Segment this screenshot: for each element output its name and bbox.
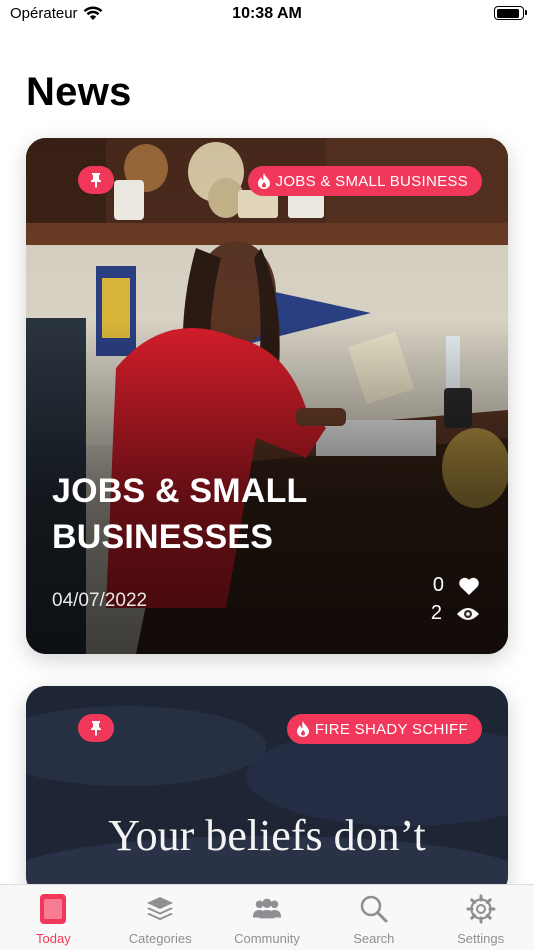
tab-search[interactable]: Search [320,885,427,950]
pinned-badge[interactable] [78,714,114,742]
article-date: 04/07/2022 [52,590,148,611]
people-icon [251,893,283,925]
views-stat: 2 [431,602,480,625]
article-title: JOBS & SMALL BUSINESSES [52,472,307,556]
tab-categories[interactable]: Categories [107,885,214,950]
pinned-badge[interactable] [78,166,114,194]
news-card[interactable]: FIRE SHADY SCHIFF Your beliefs don’t [26,686,508,896]
search-icon [358,893,390,925]
tab-label: Search [353,931,395,946]
tab-community[interactable]: Community [214,885,321,950]
status-bar: Opérateur 10:38 AM [0,0,534,30]
tab-label: Today [36,931,71,946]
tab-label: Community [234,931,300,946]
category-badge[interactable]: JOBS & SMALL BUSINESS [247,166,482,196]
image-quote-text: Your beliefs don’t [108,811,426,860]
tab-label: Categories [128,931,192,946]
battery-icon [494,6,527,20]
page-title: News [26,70,132,114]
likes-stat[interactable]: 0 [433,574,480,597]
flame-icon [257,173,270,189]
pin-icon [91,721,101,736]
views-count: 2 [430,602,442,624]
heart-icon [459,577,479,595]
status-time: 10:38 AM [232,5,302,22]
tab-settings[interactable]: Settings [427,885,534,950]
tab-bar: Today Categories Community Search Settin… [0,884,534,950]
category-label: FIRE SHADY SCHIFF [314,720,468,738]
layers-icon [144,893,176,925]
pin-icon [91,173,101,188]
eye-icon [457,607,479,620]
flame-icon [296,721,309,737]
news-card[interactable]: JOBS & SMALL BUSINESS JOBS & SMALL BUSIN… [26,138,508,654]
tab-label: Settings [457,931,505,946]
category-label: JOBS & SMALL BUSINESS [275,172,468,190]
tab-today[interactable]: Today [0,885,107,950]
today-icon [37,893,69,925]
category-badge[interactable]: FIRE SHADY SCHIFF [286,714,482,744]
gear-icon [465,893,497,925]
likes-count: 0 [432,574,444,596]
